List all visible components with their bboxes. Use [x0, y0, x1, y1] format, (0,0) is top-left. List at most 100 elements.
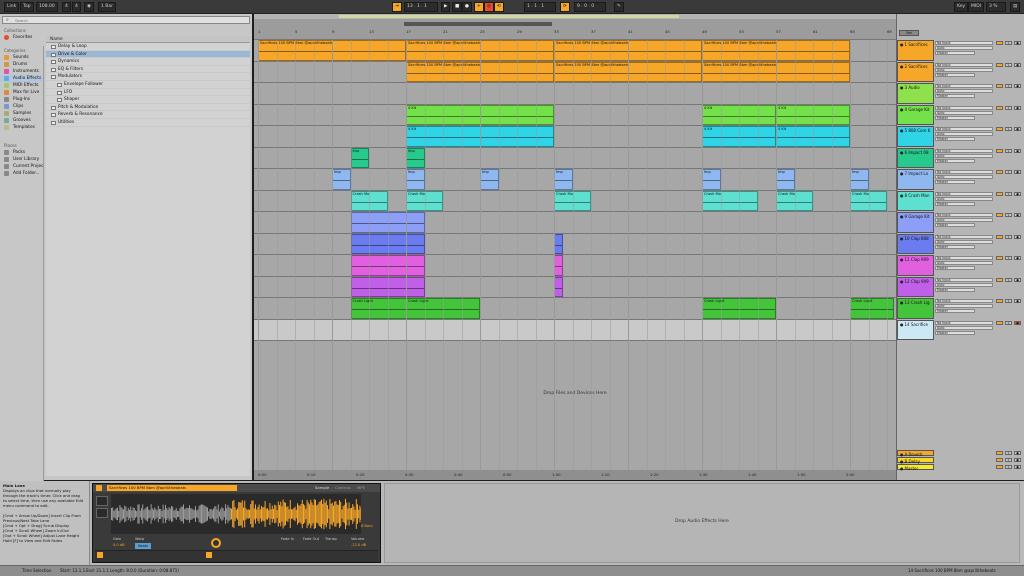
solo-button[interactable]: S — [1005, 451, 1012, 455]
track-header[interactable]: ●A Reverb — [897, 450, 934, 457]
track-name[interactable]: 3 Audio — [905, 85, 920, 90]
track-number-button[interactable] — [996, 105, 1003, 110]
track-activator-icon[interactable]: ● — [900, 107, 904, 112]
track-header[interactable]: ●7 Impact Lo — [897, 169, 934, 190]
category-item[interactable]: Templates — [0, 124, 43, 131]
lfo-toggle[interactable] — [206, 552, 212, 558]
monitor-buttons[interactable]: Auto — [935, 196, 993, 201]
tree-item[interactable]: Modulators — [46, 73, 250, 81]
input-chooser[interactable]: No Input — [935, 84, 993, 88]
arm-button[interactable]: ● — [1014, 148, 1021, 153]
time-signature-denominator[interactable]: 4 — [72, 2, 81, 12]
category-item[interactable]: Sounds — [0, 54, 43, 61]
tree-item[interactable]: Dynamics — [46, 58, 250, 66]
tempo-field[interactable]: 108.00 — [36, 2, 58, 12]
search-box[interactable]: ⌕ — [2, 16, 250, 24]
clip-loop-button[interactable] — [96, 508, 108, 518]
arm-button[interactable]: ● — [1014, 277, 1021, 282]
filter-toggle[interactable] — [97, 552, 103, 558]
place-item[interactable]: User Library — [0, 156, 43, 163]
output-chooser[interactable]: Master — [935, 137, 975, 141]
track-number-button[interactable] — [996, 320, 1003, 325]
output-chooser[interactable]: Master — [935, 115, 975, 120]
monitor-buttons[interactable]: Auto — [935, 175, 993, 179]
monitor-buttons[interactable]: Auto — [935, 261, 993, 265]
tree-item[interactable]: Reverb & Resonance — [46, 111, 250, 119]
track-name[interactable]: 1 Sacrifices — [905, 42, 928, 47]
output-chooser[interactable]: Master — [935, 244, 975, 249]
tree-item[interactable]: Envelope Follower — [46, 81, 250, 89]
arrangement-clip[interactable]: Imp — [850, 169, 869, 190]
track-header[interactable]: ●8 Crash Man — [897, 190, 934, 211]
loop-length-field[interactable]: 9 . 0 . 0 — [574, 2, 606, 12]
input-chooser[interactable]: No Input — [935, 105, 993, 110]
solo-button[interactable]: S — [1005, 105, 1012, 110]
track-header[interactable]: ●11 Clap 909 — [897, 255, 934, 276]
monitor-buttons[interactable]: Auto — [935, 67, 993, 72]
follow-button[interactable]: ⇥ — [392, 2, 402, 12]
arm-button[interactable]: ● — [1014, 62, 1021, 67]
track-name[interactable]: 9 Garage Kit — [905, 214, 930, 219]
tree-item[interactable]: Utilities — [46, 119, 250, 127]
arrangement-clip[interactable]: Crash Mo — [702, 190, 758, 211]
loop-start-field[interactable]: 1 . 1 . 1 — [524, 2, 556, 12]
track-name[interactable]: 8 Crash Man — [905, 193, 930, 198]
track-header[interactable]: ●14 Sacrifice — [897, 319, 934, 340]
arrangement-clip[interactable]: Imp — [776, 169, 795, 190]
arrangement-clip[interactable] — [554, 276, 564, 297]
track-activator-icon[interactable]: ● — [900, 236, 904, 241]
tree-item[interactable]: Delay & Loop — [46, 43, 250, 51]
monitor-buttons[interactable]: Auto — [935, 110, 993, 115]
track-number-button[interactable] — [996, 84, 1003, 88]
arm-button[interactable]: ● — [1014, 127, 1021, 131]
arrangement-clip[interactable] — [554, 255, 564, 276]
link-button[interactable]: Link — [4, 2, 20, 12]
track-header[interactable]: ●12 Clap 909 — [897, 276, 934, 297]
track-number-button[interactable] — [996, 234, 1003, 239]
track-header[interactable]: ●Master — [897, 464, 934, 471]
clip-view[interactable]: Sacrifices 100 BPM 8bm @aprilithebeats S… — [92, 483, 381, 563]
quantize-menu[interactable]: 1 Bar — [98, 2, 116, 12]
solo-button[interactable]: S — [1005, 256, 1012, 260]
solo-button[interactable]: S — [1005, 41, 1012, 45]
arrangement-clip[interactable]: Imp — [332, 169, 351, 190]
track-activator-icon[interactable]: ● — [900, 214, 904, 219]
monitor-buttons[interactable]: Auto — [935, 282, 993, 287]
clip-activator-button[interactable] — [96, 485, 102, 491]
output-chooser[interactable]: Master — [935, 180, 975, 184]
play-button[interactable]: ▶ — [441, 2, 451, 12]
solo-button[interactable]: S — [1005, 465, 1012, 469]
input-chooser[interactable]: No Input — [935, 191, 993, 196]
track-name[interactable]: 5 808 Core K — [905, 128, 931, 133]
input-chooser[interactable]: No Input — [935, 256, 993, 260]
transpose-knob[interactable] — [211, 538, 221, 548]
solo-button[interactable]: S — [1005, 170, 1012, 174]
input-chooser[interactable]: No Input — [935, 234, 993, 239]
track-activator-icon[interactable]: ● — [900, 64, 904, 69]
arrangement-clip[interactable]: Imp — [350, 147, 369, 168]
arm-button[interactable]: ● — [1014, 320, 1021, 325]
track-name[interactable]: 7 Impact Lo — [905, 171, 929, 176]
input-chooser[interactable]: No Input — [935, 299, 993, 303]
arrangement-clip[interactable] — [554, 233, 564, 254]
output-chooser[interactable]: Master — [935, 287, 975, 292]
track-name[interactable]: 10 Clap 808 — [905, 236, 929, 241]
category-item[interactable]: Samples — [0, 110, 43, 117]
tree-item[interactable]: Drive & Color — [46, 50, 250, 59]
time-signature-numerator[interactable]: 4 — [62, 2, 71, 12]
device-drop-area[interactable]: Drop Audio Effects Here — [384, 483, 1020, 563]
arm-button[interactable]: ● — [1014, 213, 1021, 217]
track-header[interactable]: ●B Delay — [897, 457, 934, 464]
monitor-buttons[interactable]: Auto — [935, 89, 993, 93]
search-input[interactable] — [15, 17, 245, 23]
position-field[interactable]: 13 . 1 . 1 — [404, 2, 438, 12]
place-item[interactable]: Current Project — [0, 163, 43, 170]
input-chooser[interactable]: No Input — [935, 213, 993, 217]
track-name[interactable]: 2 Sacrifices — [905, 64, 928, 69]
track-activator-icon[interactable]: ● — [900, 279, 904, 284]
track-name[interactable]: 11 Clap 909 — [905, 257, 929, 262]
track-activator-icon[interactable]: ● — [900, 322, 904, 327]
track-number-button[interactable] — [996, 256, 1003, 260]
solo-button[interactable]: S — [1005, 458, 1012, 462]
output-chooser[interactable]: Master — [935, 330, 975, 335]
